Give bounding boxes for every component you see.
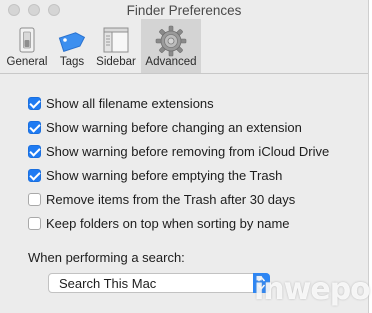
option-label: Keep folders on top when sorting by name (46, 215, 290, 231)
finder-preferences-window: Finder Preferences General Tags Sidebar … (0, 0, 369, 313)
option-warn-icloud-remove[interactable]: Show warning before removing from iCloud… (28, 143, 329, 159)
checkbox-checked[interactable] (28, 144, 41, 158)
window-title: Finder Preferences (126, 3, 242, 18)
preferences-toolbar: General Tags Sidebar Advanced (0, 19, 368, 74)
option-warn-empty-trash[interactable]: Show warning before emptying the Trash (28, 167, 282, 183)
checkbox-checked[interactable] (28, 120, 41, 134)
search-scope-value: Search This Mac (59, 276, 157, 291)
option-label: Show warning before removing from iCloud… (46, 143, 330, 159)
checkbox-checked[interactable] (28, 96, 41, 110)
checkbox-checked[interactable] (28, 168, 41, 182)
option-show-extensions[interactable]: Show all filename extensions (28, 95, 214, 111)
tab-general[interactable]: General (4, 19, 50, 73)
option-label: Remove items from the Trash after 30 day… (46, 191, 296, 207)
option-label: Show warning before emptying the Trash (46, 167, 283, 183)
watermark-logo: inwepo (254, 272, 371, 307)
tab-advanced[interactable]: Advanced (141, 19, 201, 73)
option-warn-change-extension[interactable]: Show warning before changing an extensio… (28, 119, 302, 135)
tab-tags[interactable]: Tags (54, 19, 90, 73)
tab-general-label: General (6, 56, 48, 68)
search-scope-popup[interactable]: Search This Mac (48, 273, 270, 293)
option-label: Show warning before changing an extensio… (46, 119, 302, 135)
tab-sidebar-label: Sidebar (96, 56, 136, 68)
tab-advanced-label: Advanced (145, 56, 197, 68)
search-scope-label: When performing a search: (28, 250, 185, 265)
option-folders-on-top[interactable]: Keep folders on top when sorting by name (28, 215, 290, 231)
checkbox-unchecked[interactable] (28, 192, 41, 206)
tab-sidebar[interactable]: Sidebar (93, 19, 139, 73)
option-label: Show all filename extensions (46, 95, 214, 111)
tab-tags-label: Tags (59, 56, 85, 68)
option-remove-trash-30-days[interactable]: Remove items from the Trash after 30 day… (28, 191, 295, 207)
general-switch-icon (14, 25, 40, 60)
checkbox-unchecked[interactable] (28, 216, 41, 230)
sidebar-icon (101, 25, 131, 60)
tag-icon (57, 25, 87, 60)
